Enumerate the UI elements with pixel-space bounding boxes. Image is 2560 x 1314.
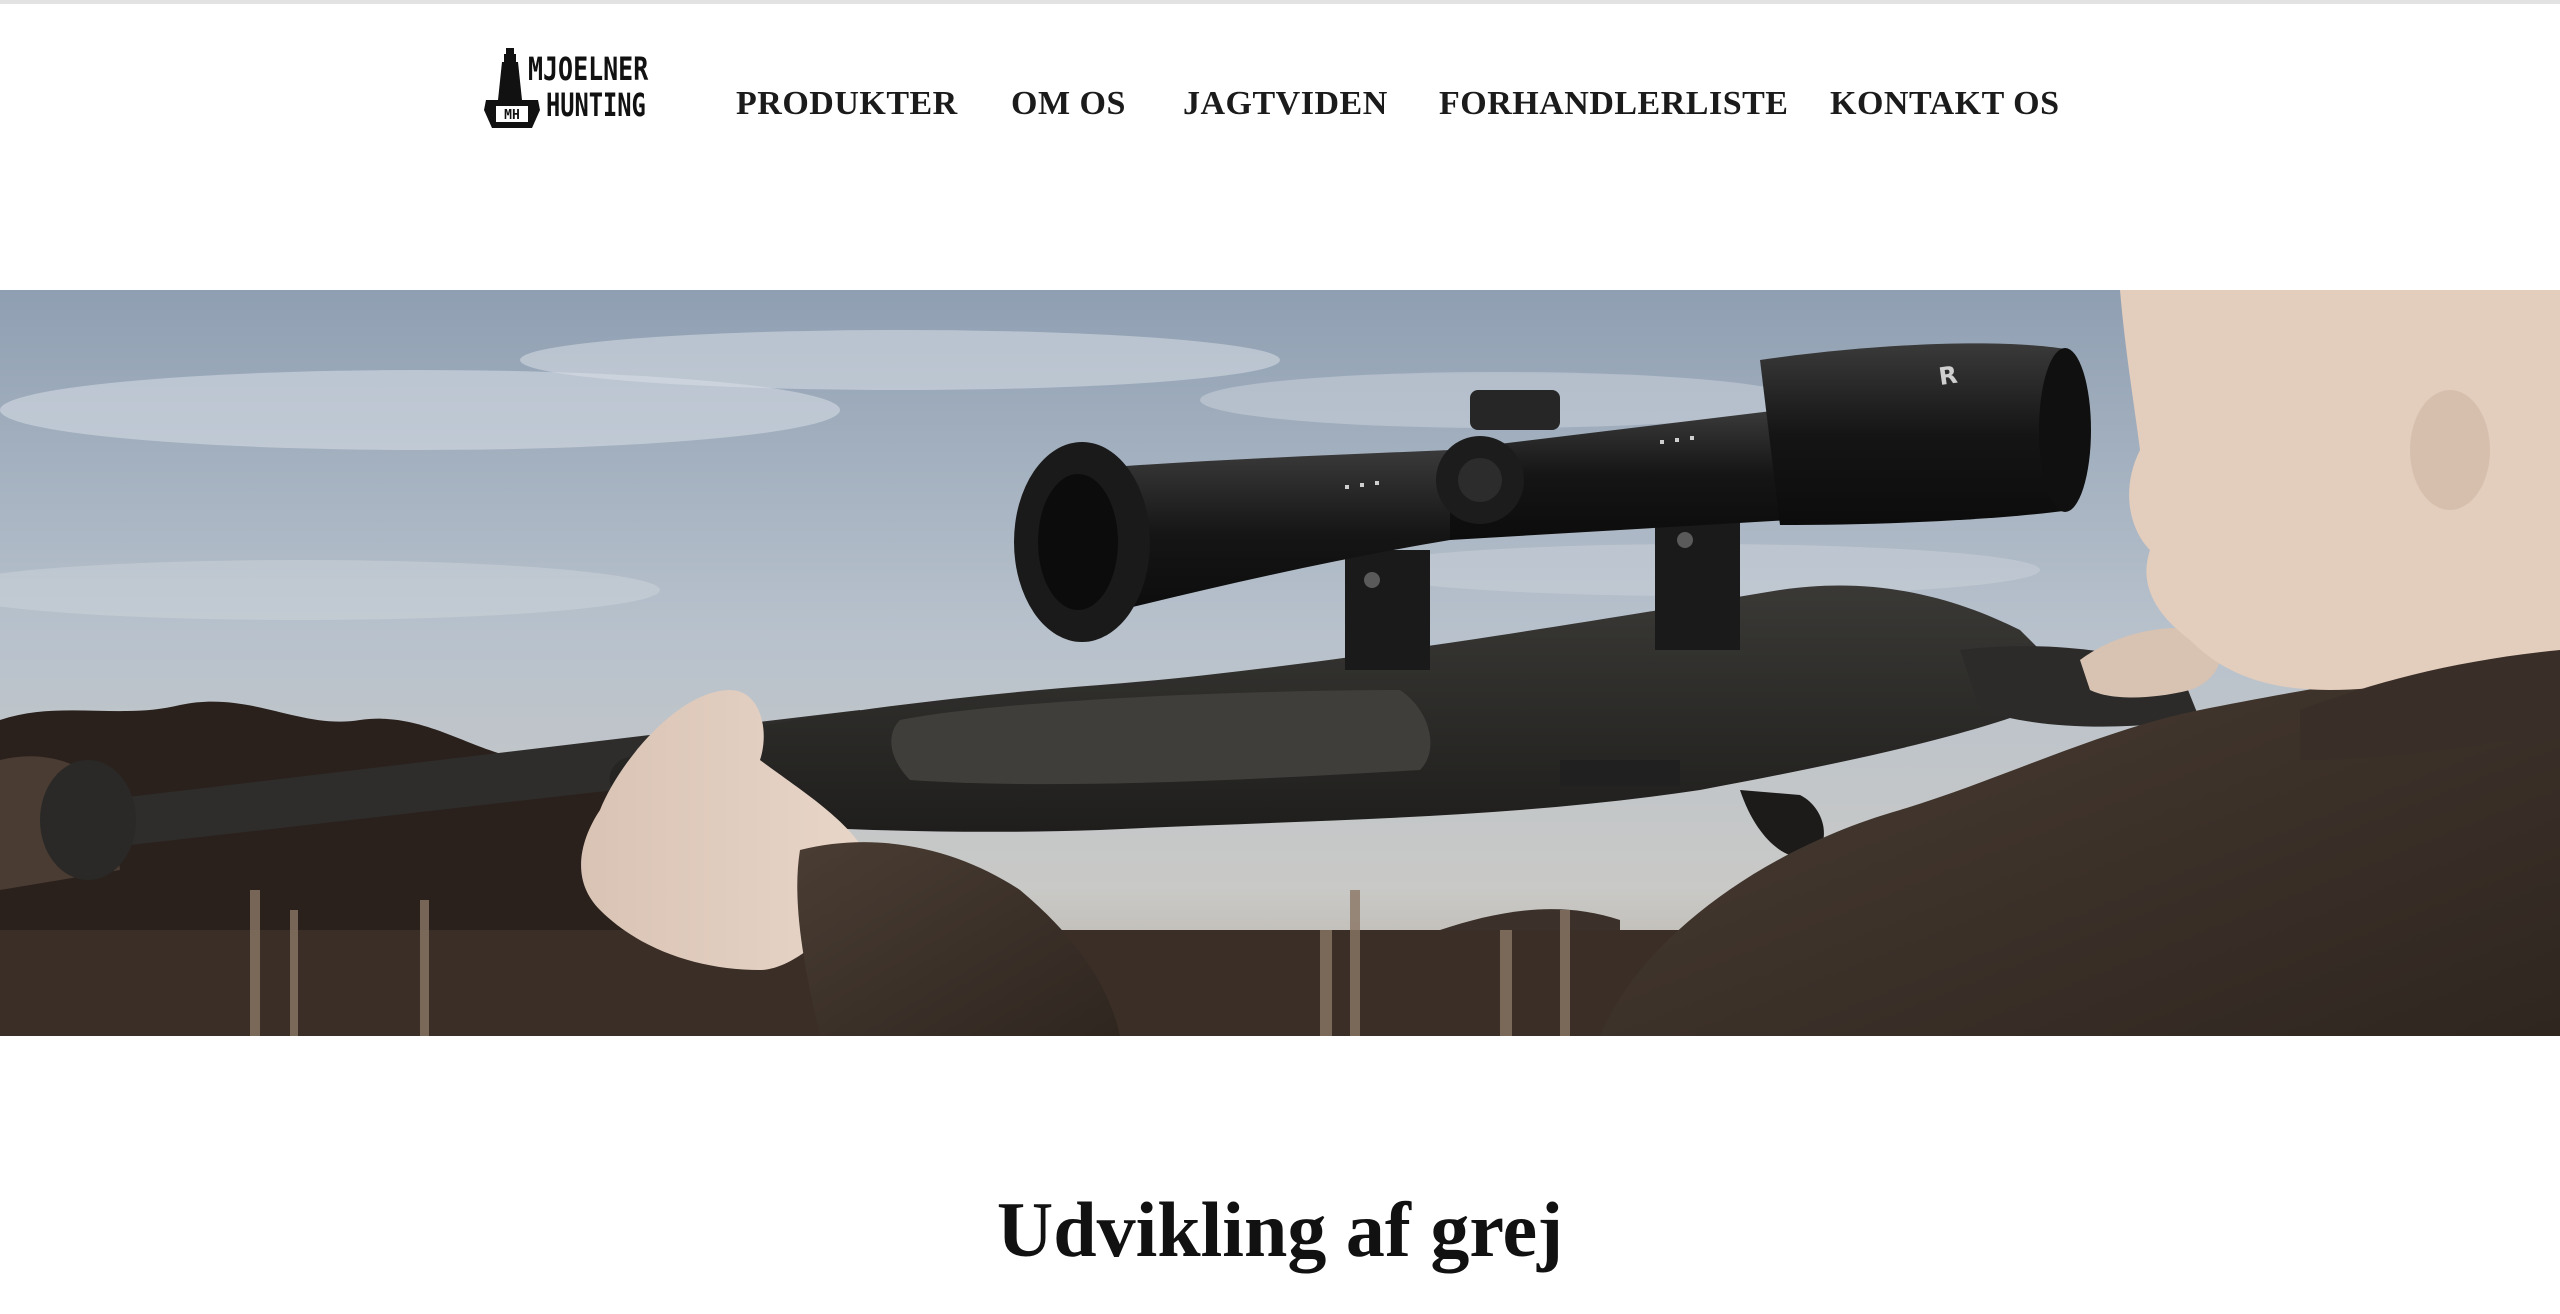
nav-item-forhandlerliste[interactable]: FORHANDLERLISTE <box>1439 76 1788 132</box>
nav-item-kontakt-os[interactable]: KONTAKT OS <box>1830 76 2060 132</box>
logo-monogram: MH <box>504 108 520 123</box>
mjoelner-hunting-logo[interactable]: MH MJOELNER HUNTING <box>482 48 678 134</box>
logo-text-line2: HUNTING <box>546 86 646 124</box>
hero-image: R <box>0 290 2560 1036</box>
site-header: MH MJOELNER HUNTING PRODUKTER OM OS JAGT… <box>0 4 2560 204</box>
nav-item-jagtviden[interactable]: JAGTVIDEN <box>1183 76 1388 132</box>
section-title: Udvikling af grej <box>996 1186 1564 1273</box>
nav-item-produkter[interactable]: PRODUKTER <box>736 76 958 132</box>
logo-text-line1: MJOELNER <box>528 50 649 88</box>
scope-brand-mark: R <box>1937 361 1959 391</box>
hunter-with-rifle-illustration: R <box>0 290 2560 1036</box>
nav-item-om-os[interactable]: OM OS <box>1011 76 1126 132</box>
